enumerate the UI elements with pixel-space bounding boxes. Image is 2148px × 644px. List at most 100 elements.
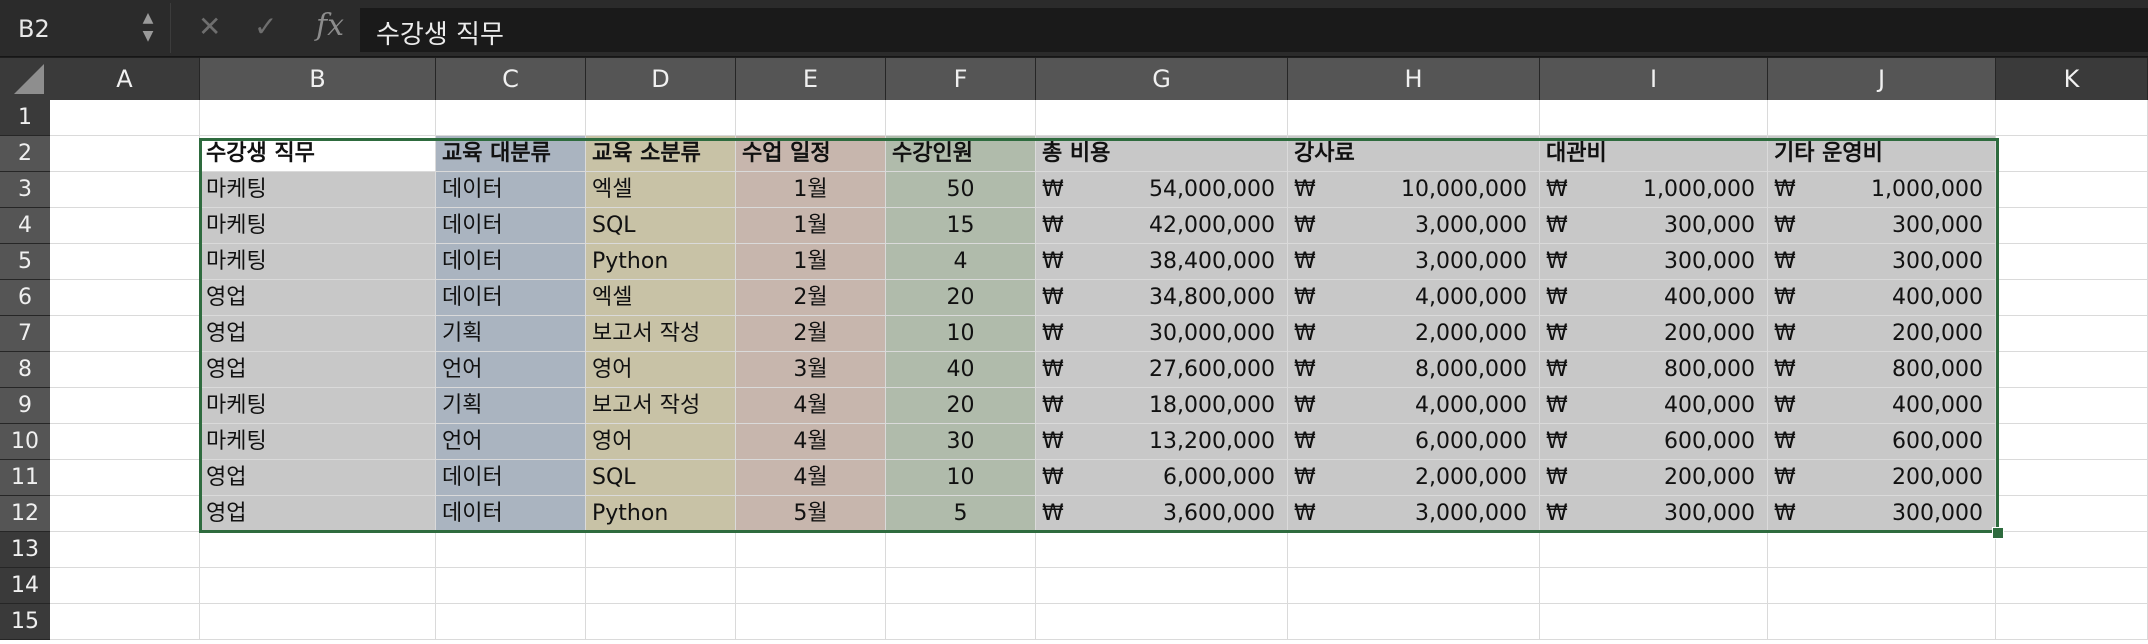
cell-c12[interactable]: 데이터 [436,496,586,532]
cell-k5[interactable] [1996,244,2148,280]
row-header-14[interactable]: 14 [0,568,50,604]
cell-a2[interactable] [50,136,200,172]
cell-h4[interactable]: ₩3,000,000 [1288,208,1540,244]
cell-g11[interactable]: ₩6,000,000 [1036,460,1288,496]
cell-f8[interactable]: 40 [886,352,1036,388]
cell-d12[interactable]: Python [586,496,736,532]
cell-j14[interactable] [1768,568,1996,604]
cell-e13[interactable] [736,532,886,568]
cell-e14[interactable] [736,568,886,604]
cell-e7[interactable]: 2월 [736,316,886,352]
cell-g6[interactable]: ₩34,800,000 [1036,280,1288,316]
cell-f15[interactable] [886,604,1036,640]
row-header-2[interactable]: 2 [0,136,50,172]
spreadsheet-grid[interactable]: A B C D E F G H I J K 1 2 3 4 5 6 7 8 9 10 11 12 13 14 15 수강생 직무 교육… [0,58,2148,644]
cell-g9[interactable]: ₩18,000,000 [1036,388,1288,424]
cell-g1[interactable] [1036,100,1288,136]
row-header-4[interactable]: 4 [0,208,50,244]
cell-a8[interactable] [50,352,200,388]
column-header-k[interactable]: K [1996,58,2148,100]
cell-c5[interactable]: 데이터 [436,244,586,280]
row-header-10[interactable]: 10 [0,424,50,460]
cell-f14[interactable] [886,568,1036,604]
cell-h14[interactable] [1288,568,1540,604]
cell-b7[interactable]: 영업 [200,316,436,352]
cell-e9[interactable]: 4월 [736,388,886,424]
cell-j4[interactable]: ₩300,000 [1768,208,1996,244]
cell-k15[interactable] [1996,604,2148,640]
cell-f7[interactable]: 10 [886,316,1036,352]
cell-g13[interactable] [1036,532,1288,568]
cell-i10[interactable]: ₩600,000 [1540,424,1768,460]
cell-k7[interactable] [1996,316,2148,352]
cell-e10[interactable]: 4월 [736,424,886,460]
cell-e6[interactable]: 2월 [736,280,886,316]
name-box-value[interactable]: B2 [18,15,50,43]
cell-a1[interactable] [50,100,200,136]
cell-h1[interactable] [1288,100,1540,136]
cell-i11[interactable]: ₩200,000 [1540,460,1768,496]
column-header-i[interactable]: I [1540,58,1768,100]
cell-i1[interactable] [1540,100,1768,136]
cell-j13[interactable] [1768,532,1996,568]
cell-b12[interactable]: 영업 [200,496,436,532]
cell-g15[interactable] [1036,604,1288,640]
cell-k14[interactable] [1996,568,2148,604]
cell-h11[interactable]: ₩2,000,000 [1288,460,1540,496]
name-box[interactable]: B2 ▲ ▼ [0,3,171,53]
cell-h9[interactable]: ₩4,000,000 [1288,388,1540,424]
cell-c13[interactable] [436,532,586,568]
cell-i4[interactable]: ₩300,000 [1540,208,1768,244]
cell-a15[interactable] [50,604,200,640]
cell-b4[interactable]: 마케팅 [200,208,436,244]
cell-i5[interactable]: ₩300,000 [1540,244,1768,280]
cell-b1[interactable] [200,100,436,136]
cell-d8[interactable]: 영어 [586,352,736,388]
row-header-12[interactable]: 12 [0,496,50,532]
cell-k13[interactable] [1996,532,2148,568]
table-header-i[interactable]: 대관비 [1540,136,1768,172]
cell-h3[interactable]: ₩10,000,000 [1288,172,1540,208]
cell-i13[interactable] [1540,532,1768,568]
cell-e5[interactable]: 1월 [736,244,886,280]
cell-k4[interactable] [1996,208,2148,244]
row-header-3[interactable]: 3 [0,172,50,208]
cell-k6[interactable] [1996,280,2148,316]
cell-g3[interactable]: ₩54,000,000 [1036,172,1288,208]
cell-e15[interactable] [736,604,886,640]
check-icon[interactable]: ✓ [254,10,277,44]
table-header-h[interactable]: 강사료 [1288,136,1540,172]
cell-g8[interactable]: ₩27,600,000 [1036,352,1288,388]
row-header-6[interactable]: 6 [0,280,50,316]
cell-a12[interactable] [50,496,200,532]
table-header-j[interactable]: 기타 운영비 [1768,136,1996,172]
cell-b8[interactable]: 영업 [200,352,436,388]
fill-handle[interactable] [1992,527,2004,539]
cell-e4[interactable]: 1월 [736,208,886,244]
row-header-15[interactable]: 15 [0,604,50,640]
table-header-c[interactable]: 교육 대분류 [436,136,586,172]
cell-d13[interactable] [586,532,736,568]
cell-a4[interactable] [50,208,200,244]
cell-e3[interactable]: 1월 [736,172,886,208]
cell-a13[interactable] [50,532,200,568]
cell-d9[interactable]: 보고서 작성 [586,388,736,424]
cell-i12[interactable]: ₩300,000 [1540,496,1768,532]
row-header-8[interactable]: 8 [0,352,50,388]
cell-a14[interactable] [50,568,200,604]
cell-c11[interactable]: 데이터 [436,460,586,496]
cell-c7[interactable]: 기획 [436,316,586,352]
cell-f12[interactable]: 5 [886,496,1036,532]
table-header-e[interactable]: 수업 일정 [736,136,886,172]
cell-k3[interactable] [1996,172,2148,208]
table-header-b[interactable]: 수강생 직무 [200,136,436,172]
cell-j6[interactable]: ₩400,000 [1768,280,1996,316]
column-header-a[interactable]: A [50,58,200,100]
cell-j3[interactable]: ₩1,000,000 [1768,172,1996,208]
cell-d14[interactable] [586,568,736,604]
cell-k1[interactable] [1996,100,2148,136]
formula-content[interactable]: 수강생 직무 [376,14,504,51]
cell-k9[interactable] [1996,388,2148,424]
cell-d15[interactable] [586,604,736,640]
cell-d1[interactable] [586,100,736,136]
